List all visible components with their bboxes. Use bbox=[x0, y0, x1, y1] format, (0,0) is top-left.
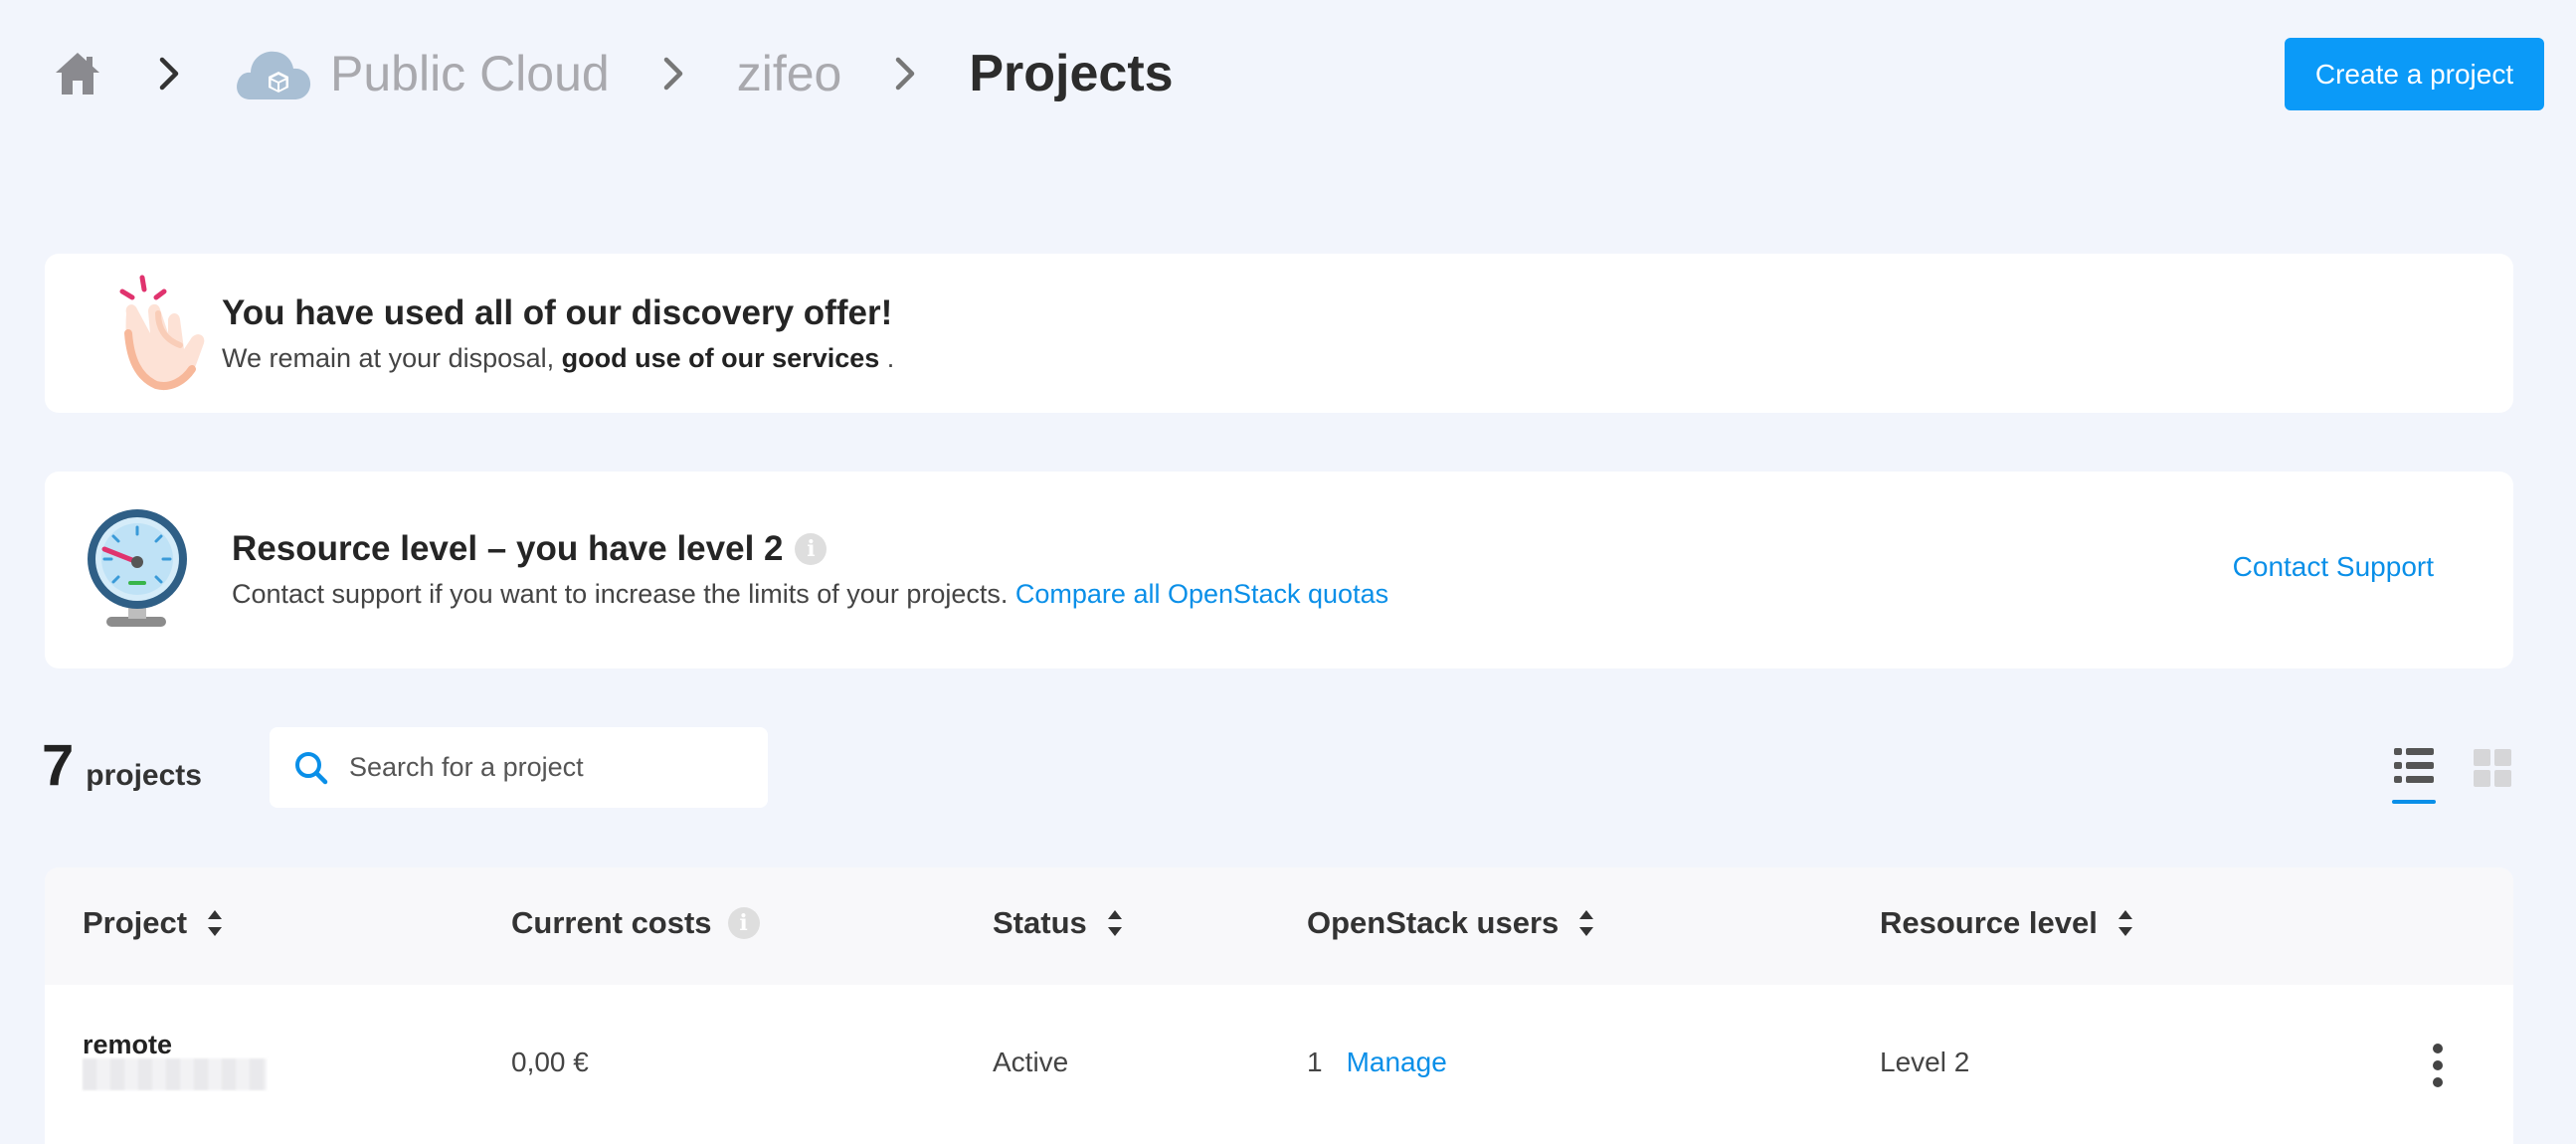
discovery-title: You have used all of our discovery offer… bbox=[222, 293, 893, 332]
search-input[interactable] bbox=[349, 752, 747, 783]
cloud-icon bbox=[237, 51, 311, 99]
column-header-resource-level[interactable]: Resource level bbox=[1880, 905, 2135, 941]
users-count: 1 bbox=[1307, 1047, 1323, 1077]
home-icon[interactable] bbox=[50, 46, 105, 101]
column-header-openstack-users[interactable]: OpenStack users bbox=[1307, 905, 1596, 941]
info-icon[interactable]: i bbox=[727, 907, 760, 939]
project-search[interactable] bbox=[270, 727, 768, 808]
chevron-right-icon bbox=[885, 54, 925, 94]
compare-quotas-link[interactable]: Compare all OpenStack quotas bbox=[1015, 579, 1388, 609]
top-bar: Public Cloud zifeo Projects Create a pro… bbox=[0, 0, 2576, 149]
resource-level-description: Contact support if you want to increase … bbox=[232, 579, 1009, 609]
sort-icon[interactable] bbox=[1576, 907, 1596, 939]
list-view-toggle[interactable] bbox=[2392, 744, 2436, 804]
grid-view-icon bbox=[2474, 749, 2511, 787]
contact-support-link[interactable]: Contact Support bbox=[2233, 551, 2434, 583]
more-options-icon[interactable] bbox=[2428, 1043, 2448, 1088]
projects-table: Project Current costs i Status OpenStack… bbox=[45, 867, 2513, 1144]
resource-level: Level 2 bbox=[1880, 1047, 1970, 1077]
redacted-project-id bbox=[83, 1058, 267, 1090]
resource-level-title: Resource level – you have level 2 bbox=[232, 529, 784, 568]
resource-level-banner: Resource level – you have level 2 i Cont… bbox=[45, 472, 2513, 668]
discovery-text-end: . bbox=[886, 343, 895, 373]
active-view-indicator bbox=[2392, 800, 2436, 804]
breadcrumb-public-cloud[interactable]: Public Cloud bbox=[233, 42, 610, 105]
resource-title-row: Resource level – you have level 2 i bbox=[232, 529, 828, 569]
status: Active bbox=[993, 1047, 1069, 1077]
chevron-right-icon bbox=[149, 54, 189, 94]
create-project-button[interactable]: Create a project bbox=[2285, 38, 2544, 110]
info-icon[interactable]: i bbox=[795, 533, 828, 565]
column-header-current-costs: Current costs i bbox=[511, 905, 760, 941]
search-icon bbox=[295, 751, 328, 784]
page-title: Projects bbox=[969, 44, 1174, 102]
breadcrumb: Public Cloud zifeo Projects bbox=[50, 36, 1174, 110]
discovery-offer-banner: You have used all of our discovery offer… bbox=[45, 254, 2513, 413]
project-name[interactable]: remote bbox=[83, 1030, 172, 1060]
discovery-text-intro: We remain at your disposal, bbox=[222, 343, 555, 373]
table-header: Project Current costs i Status OpenStack… bbox=[45, 867, 2513, 985]
resource-level-text: Contact support if you want to increase … bbox=[232, 579, 1388, 610]
projects-count-label: projects bbox=[86, 759, 202, 792]
column-header-status[interactable]: Status bbox=[993, 905, 1125, 941]
grid-view-toggle[interactable] bbox=[2473, 748, 2512, 788]
projects-count: 7 projects bbox=[42, 732, 202, 799]
sort-icon[interactable] bbox=[205, 907, 225, 939]
speedometer-icon bbox=[88, 509, 187, 627]
list-view-icon bbox=[2394, 748, 2434, 783]
column-label: Current costs bbox=[511, 905, 712, 940]
column-label: Resource level bbox=[1880, 905, 2098, 940]
discovery-text-bold: good use of our services bbox=[561, 343, 880, 373]
column-label: Status bbox=[993, 905, 1087, 940]
current-costs: 0,00 € bbox=[511, 1047, 589, 1077]
discovery-text: We remain at your disposal, good use of … bbox=[222, 343, 894, 374]
breadcrumb-section-label[interactable]: Public Cloud bbox=[330, 45, 610, 102]
sort-icon[interactable] bbox=[1105, 907, 1125, 939]
column-label: OpenStack users bbox=[1307, 905, 1560, 940]
sort-icon[interactable] bbox=[2116, 907, 2135, 939]
chevron-right-icon bbox=[653, 54, 693, 94]
breadcrumb-account[interactable]: zifeo bbox=[737, 45, 842, 102]
manage-users-link[interactable]: Manage bbox=[1347, 1047, 1447, 1078]
finger-snap-icon bbox=[119, 275, 205, 390]
column-label: Project bbox=[83, 905, 188, 940]
openstack-users: 1 Manage bbox=[1307, 1047, 1447, 1078]
column-header-project[interactable]: Project bbox=[83, 905, 225, 941]
projects-count-number: 7 bbox=[42, 733, 75, 798]
